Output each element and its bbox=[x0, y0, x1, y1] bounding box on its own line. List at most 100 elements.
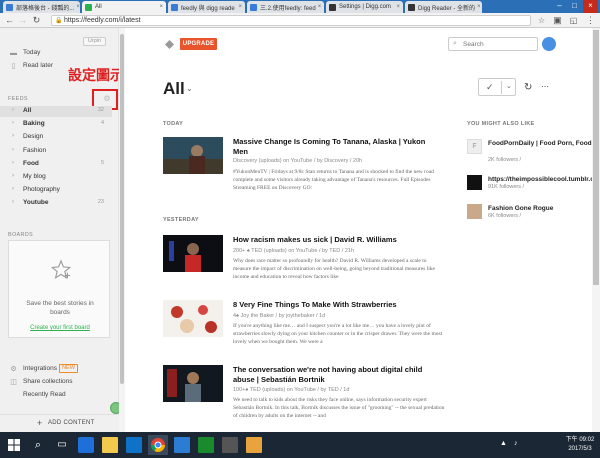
article-title[interactable]: How racism makes us sick | David R. Will… bbox=[233, 235, 433, 245]
close-icon[interactable]: × bbox=[394, 4, 400, 10]
sidebar-item-fashion[interactable]: › Fashion bbox=[0, 146, 112, 157]
source-favicon-icon bbox=[467, 175, 482, 190]
app-icon[interactable] bbox=[222, 437, 238, 453]
close-icon[interactable]: × bbox=[74, 4, 80, 10]
page-title: All bbox=[163, 79, 185, 98]
chevron-down-icon[interactable]: ⌄ bbox=[186, 84, 193, 93]
search-icon[interactable]: ⌕ bbox=[30, 437, 46, 453]
search-field[interactable]: ⌕ bbox=[448, 37, 538, 51]
task-view-icon[interactable]: ▭ bbox=[54, 437, 70, 453]
app-icon[interactable] bbox=[246, 437, 262, 453]
browser-tab[interactable]: feedly 與 digg reade × bbox=[168, 1, 245, 13]
reload-icon[interactable]: ↻ bbox=[31, 15, 42, 26]
sidebar-item-photography[interactable]: › Photography bbox=[0, 185, 112, 196]
feedly-logo-icon[interactable] bbox=[165, 40, 174, 49]
article-thumbnail bbox=[163, 137, 223, 174]
article-title[interactable]: 8 Very Fine Things To Make With Strawber… bbox=[233, 300, 433, 310]
maximize-icon[interactable]: □ bbox=[567, 0, 582, 13]
chevron-right-icon: › bbox=[12, 147, 14, 153]
sidebar-item-read-later[interactable]: Read later bbox=[23, 62, 53, 69]
sidebar-upgrade-button[interactable]: Urpin bbox=[83, 37, 106, 46]
recommendation-name[interactable]: Fashion Gone Rogue bbox=[488, 204, 592, 213]
article-item[interactable]: Massive Change Is Coming To Tanana, Alas… bbox=[163, 137, 443, 197]
chevron-right-icon: › bbox=[12, 199, 14, 205]
sidebar-item-integrations[interactable]: Integrations bbox=[23, 365, 57, 372]
close-icon[interactable]: × bbox=[236, 4, 242, 10]
minimize-icon[interactable]: – bbox=[552, 0, 567, 13]
boards-heading: BOARDS bbox=[8, 232, 34, 238]
article-title[interactable]: Massive Change Is Coming To Tanana, Alas… bbox=[233, 137, 433, 156]
avatar[interactable] bbox=[542, 37, 556, 51]
url-text: https://feedly.com/i/latest bbox=[64, 17, 141, 24]
recommendation-name[interactable]: https://theimpossiblecool.tumblr.com bbox=[488, 175, 600, 184]
annotation-label: 設定圖示 bbox=[68, 68, 124, 84]
layout-options-icon[interactable]: ⋯ bbox=[541, 82, 549, 91]
divider bbox=[501, 81, 502, 94]
edge-browser-icon[interactable] bbox=[78, 437, 94, 453]
upgrade-button[interactable]: UPGRADE bbox=[180, 38, 217, 50]
sidebar-item-my-blog[interactable]: › My blog bbox=[0, 172, 112, 183]
sidebar-item-recently-read[interactable]: Recently Read bbox=[23, 391, 66, 398]
sidebar-scrollbar-thumb[interactable] bbox=[120, 34, 124, 384]
recommendation-name[interactable]: FoodPornDaily | Food Porn, Food bbox=[488, 139, 592, 148]
clock-date: 2017/5/3 bbox=[568, 446, 592, 452]
word-icon[interactable] bbox=[174, 437, 190, 453]
close-icon[interactable]: × bbox=[475, 4, 481, 10]
sidebar-item-youtube[interactable]: › Youtube 23 bbox=[0, 198, 112, 209]
star-icon[interactable]: ☆ bbox=[536, 15, 547, 26]
menu-icon[interactable]: ⋮ bbox=[585, 15, 596, 26]
browser-tab-active[interactable]: All × bbox=[82, 1, 166, 13]
article-meta: Discovery (uploads) on YouTube / by Disc… bbox=[233, 158, 363, 164]
recommendation-followers: 2K followers / bbox=[488, 157, 522, 163]
digg-favicon-icon bbox=[408, 3, 415, 11]
create-board-link[interactable]: Create your first board bbox=[17, 325, 103, 331]
sidebar-item-design[interactable]: › Design bbox=[0, 132, 112, 143]
back-arrow-icon[interactable]: ← bbox=[4, 15, 15, 26]
main-scrollbar-thumb[interactable] bbox=[593, 30, 599, 285]
new-badge: NEW bbox=[59, 364, 78, 373]
chevron-right-icon: › bbox=[12, 186, 14, 192]
sidebar-item-share-collections[interactable]: Share collections bbox=[23, 378, 73, 385]
url-field[interactable]: 🔒 https://feedly.com/i/latest bbox=[51, 15, 531, 26]
tab-label: 三.2.使用feedly: feed bbox=[260, 5, 316, 12]
sidebar-item-today[interactable]: Today bbox=[23, 49, 40, 56]
cast-icon[interactable]: ◱ bbox=[568, 15, 579, 26]
section-recommend: YOU MIGHT ALSO LIKE bbox=[467, 121, 535, 127]
browser-tab[interactable]: Settings | Digg.com × bbox=[326, 1, 403, 13]
browser-tab[interactable]: 三.2.使用feedly: feed × bbox=[247, 1, 324, 13]
network-icon[interactable]: ▲ bbox=[500, 440, 508, 448]
chevron-down-icon[interactable]: ⌄ bbox=[506, 82, 512, 90]
sidebar-item-all[interactable]: › All 32 bbox=[0, 106, 112, 117]
extension-icon[interactable]: ▣ bbox=[552, 15, 563, 26]
article-item[interactable]: 8 Very Fine Things To Make With Strawber… bbox=[163, 300, 443, 358]
close-window-icon[interactable]: × bbox=[583, 0, 598, 13]
recommendation-item[interactable]: F FoodPornDaily | Food Porn, Food 2K fol… bbox=[467, 139, 592, 165]
recommendation-item[interactable]: https://theimpossiblecool.tumblr.com 91K… bbox=[467, 175, 600, 195]
sidebar-item-food[interactable]: › Food 5 bbox=[0, 159, 112, 170]
tab-label: Digg Reader - 全新的 bbox=[418, 5, 476, 12]
sidebar-item-baking[interactable]: › Baking 4 bbox=[0, 119, 112, 130]
tab-label: All bbox=[95, 4, 102, 10]
recommendation-item[interactable]: Fashion Gone Rogue 6K followers / bbox=[467, 204, 592, 224]
file-explorer-icon[interactable] bbox=[102, 437, 118, 453]
close-icon[interactable]: × bbox=[157, 4, 163, 10]
article-item[interactable]: The conversation we're not having about … bbox=[163, 365, 444, 425]
close-icon[interactable]: × bbox=[316, 4, 322, 10]
add-content-button[interactable]: + ADD CONTENT bbox=[0, 414, 119, 432]
chrome-icon[interactable] bbox=[148, 435, 168, 455]
store-icon[interactable] bbox=[126, 437, 142, 453]
refresh-icon[interactable]: ↻ bbox=[524, 82, 532, 93]
browser-tab[interactable]: 部落格後台 - 錢瓢的... × bbox=[3, 1, 80, 13]
forward-arrow-icon[interactable]: → bbox=[17, 15, 28, 26]
browser-tab[interactable]: Digg Reader - 全新的 × bbox=[405, 1, 482, 13]
article-item[interactable]: How racism makes us sick | David R. Will… bbox=[163, 235, 443, 293]
article-title[interactable]: The conversation we're not having about … bbox=[233, 365, 433, 384]
taskbar-clock[interactable]: 下午 09:02 2017/5/3 bbox=[560, 436, 600, 454]
share-icon: ◫ bbox=[10, 379, 17, 386]
clock-time: 下午 09:02 bbox=[565, 437, 595, 443]
mark-as-read-button[interactable]: ✓ ⌄ bbox=[478, 78, 516, 96]
search-input[interactable] bbox=[463, 40, 535, 49]
speaker-icon[interactable]: ♪ bbox=[514, 440, 522, 448]
app-icon[interactable] bbox=[198, 437, 214, 453]
windows-start-icon[interactable] bbox=[6, 437, 22, 453]
